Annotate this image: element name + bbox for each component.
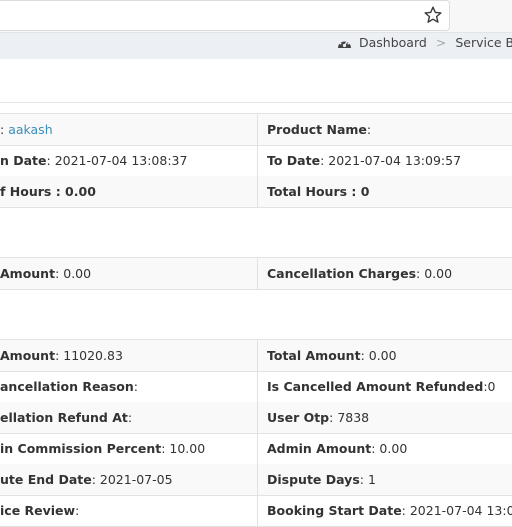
admin-commission-percent-label: in Commission Percent [0,441,162,456]
admin-amount-label: Admin Amount [267,441,372,456]
total-hours-label: Total Hours : 0 [267,184,370,199]
dispute-end-date-label: ute End Date [0,472,92,487]
from-date-value: : 2021-07-04 13:08:37 [46,153,188,168]
total-amount-label: Total Amount [267,348,361,363]
detail-row: ancellation Reason: Is Cancelled Amount … [0,371,512,403]
dispute-end-date-value: : 2021-07-05 [91,472,173,487]
detail-row: n Date: 2021-07-04 13:08:37 To Date: 202… [0,145,512,177]
user-otp-label: User Otp [267,410,330,425]
product-name-label: Product Name [267,122,367,137]
service-review-label: ice Review [0,503,76,518]
dispute-days-label: Dispute Days [267,472,360,487]
breadcrumb-dashboard-link[interactable]: Dashboard [359,35,427,50]
to-date-label: To Date [267,153,321,168]
breadcrumb: Dashboard > Service Boo [337,33,512,52]
product-name-value: : [366,122,372,137]
booking-start-date-value: : 2021-07-04 13:08:37 [401,503,512,518]
breadcrumb-current: Service Boo [455,35,512,50]
total-amount-value: : 0.00 [360,348,397,363]
booking-amount-value: : 11020.83 [55,348,123,363]
to-date-value: : 2021-07-04 13:09:57 [320,153,462,168]
dashboard-icon [338,39,351,48]
dispute-days-value: : 1 [359,472,376,487]
cancellation-amount-value: : 0.00 [55,266,92,281]
box-header [0,59,512,103]
number-of-hours-label: f Hours : 0.00 [0,184,96,199]
detail-row: ute End Date: 2021-07-05 Dispute Days: 1 [0,464,512,496]
cancellation-charges-value: : 0.00 [416,266,453,281]
is-cancelled-amount-refunded-label: Is Cancelled Amount Refunded [267,379,484,394]
browser-toolbar [0,0,512,33]
detail-row: f Hours : 0.00 Total Hours : 0 [0,176,512,208]
detail-row: : aakash Product Name: [0,113,512,146]
cancellation-amount-label: Amount [0,266,56,281]
content-header: Dashboard > Service Boo [0,33,512,59]
cancellation-charges-label: Cancellation Charges [267,266,417,281]
cancellation-refund-at-value: : [127,410,133,425]
from-date-label: n Date [0,153,47,168]
detail-row: ellation Refund At: User Otp: 7838 [0,402,512,434]
cancellation-reason-value: : [133,379,139,394]
is-cancelled-amount-refunded-value: :0 [483,379,496,394]
detail-row: in Commission Percent: 10.00 Admin Amoun… [0,433,512,465]
service-review-value: : [75,503,80,518]
user-otp-value: : 7838 [329,410,370,425]
cancellation-reason-label: ancellation Reason [0,379,134,394]
cancellation-refund-at-label: ellation Refund At [0,410,128,425]
detail-row: Amount: 0.00 Cancellation Charges: 0.00 [0,257,512,290]
star-icon[interactable] [423,5,443,25]
admin-amount-value: : 0.00 [371,441,408,456]
customer-link[interactable]: aakash [8,122,52,137]
customer-label: : [0,122,9,137]
detail-row: ice Review: Booking Start Date: 2021-07-… [0,495,512,527]
detail-row: Amount: 11020.83 Total Amount: 0.00 [0,339,512,372]
address-bar[interactable] [0,0,450,31]
breadcrumb-separator: > [435,35,447,50]
booking-start-date-label: Booking Start Date [267,503,402,518]
booking-amount-label: Amount [0,348,56,363]
admin-commission-percent-value: : 10.00 [161,441,206,456]
